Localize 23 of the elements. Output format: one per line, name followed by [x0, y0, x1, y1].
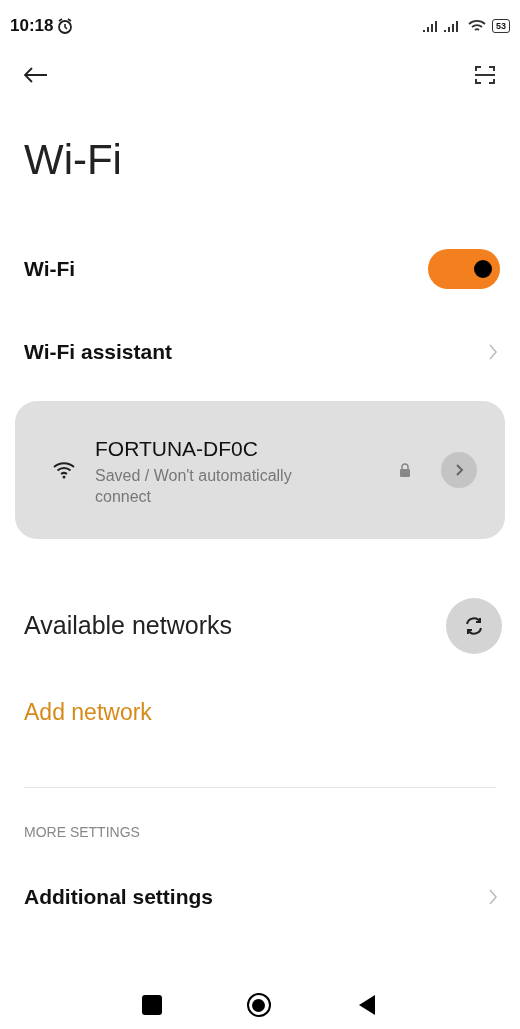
chevron-right-icon — [454, 463, 464, 477]
page-title: Wi-Fi — [23, 135, 123, 185]
alarm-icon — [56, 17, 75, 35]
home-button[interactable] — [247, 993, 271, 1017]
refresh-button[interactable] — [446, 598, 502, 654]
battery-indicator: 53 — [492, 19, 510, 33]
chevron-right-icon — [488, 888, 498, 906]
wifi-icon — [468, 19, 486, 33]
network-details-button[interactable] — [441, 452, 477, 488]
section-header: MORE SETTINGS — [23, 823, 141, 842]
chevron-right-icon — [488, 343, 498, 361]
network-status: Saved / Won't automatically connect — [95, 465, 293, 507]
status-time: 10:18 — [10, 15, 54, 38]
additional-settings-item[interactable]: Additional settings — [0, 857, 520, 937]
wifi-assistant-item[interactable]: Wi-Fi assistant — [0, 309, 520, 395]
saved-network-card[interactable]: FORTUNA-DF0C Saved / Won't automatically connect — [15, 401, 505, 539]
recents-button[interactable] — [142, 995, 163, 1015]
refresh-icon — [463, 615, 485, 637]
section-heading: Available networks — [24, 610, 232, 642]
wifi-label: Wi-Fi — [24, 256, 76, 283]
wifi-icon — [53, 461, 75, 479]
wifi-toggle[interactable] — [428, 249, 500, 289]
network-name: FORTUNA-DF0C — [95, 436, 259, 463]
